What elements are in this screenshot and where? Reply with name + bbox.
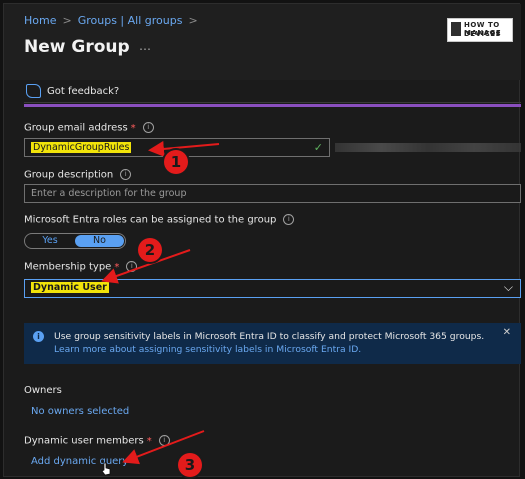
annotation-arrows [101,140,220,465]
step-badge-3: 3 [178,453,202,477]
step-badge-1: 1 [164,150,188,174]
hand-cursor-icon [101,462,111,476]
portal-window: Home > Groups | All groups > New Group … HO… [3,3,521,477]
arrow-step1 [148,140,220,157]
step-badge-2: 2 [138,238,162,262]
